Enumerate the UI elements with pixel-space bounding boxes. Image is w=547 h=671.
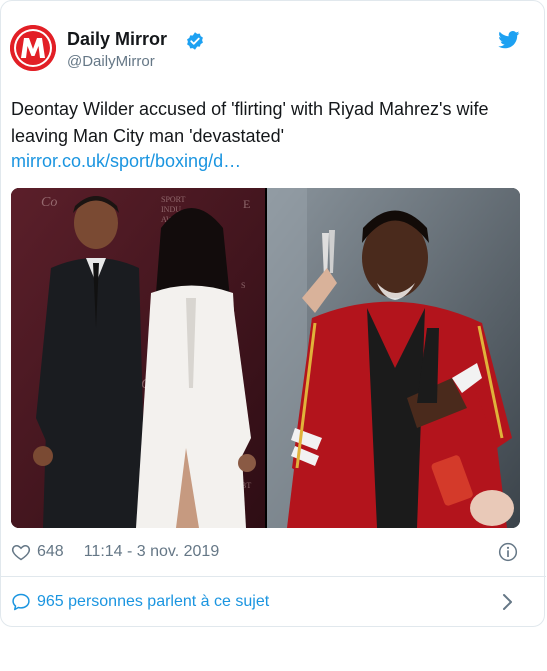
twitter-bird-icon[interactable] — [498, 31, 520, 49]
red-carpet-photo: Co SPORT INDU AWA E Co S BT — [11, 188, 265, 528]
conversation-count-label[interactable]: 965 personnes parlent à ce sujet — [37, 593, 269, 611]
info-icon[interactable] — [498, 542, 518, 562]
account-handle[interactable]: @DailyMirror — [67, 53, 155, 70]
divider — [1, 576, 546, 577]
tweet-media[interactable]: Co SPORT INDU AWA E Co S BT — [11, 188, 520, 528]
tweet-timestamp[interactable]: 11:14 - 3 nov. 2019 — [84, 543, 220, 561]
tweet-card: Daily Mirror @DailyMirror Deontay Wilder… — [0, 0, 546, 627]
svg-text:S: S — [241, 281, 245, 290]
photo-couple-red-carpet[interactable]: Co SPORT INDU AWA E Co S BT — [11, 188, 265, 528]
svg-text:E: E — [243, 197, 250, 211]
boxer-photo — [267, 188, 520, 528]
tweet-text: Deontay Wilder accused of 'flirting' wit… — [11, 99, 489, 146]
conversation-link[interactable]: 965 personnes parlent à ce sujet — [11, 592, 269, 612]
photo-boxer-champagne[interactable] — [267, 188, 520, 528]
svg-text:SPORT: SPORT — [161, 195, 186, 204]
verified-badge-icon — [187, 32, 203, 50]
avatar[interactable] — [10, 25, 56, 71]
like-count[interactable]: 648 — [37, 543, 64, 561]
tweet-meta: 648 11:14 - 3 nov. 2019 — [11, 542, 219, 562]
account-name[interactable]: Daily Mirror — [67, 29, 167, 50]
tweet-link[interactable]: mirror.co.uk/sport/boxing/d… — [11, 151, 241, 172]
svg-text:Co: Co — [41, 195, 57, 210]
chevron-right-icon[interactable] — [501, 593, 515, 611]
speech-bubble-icon — [12, 593, 30, 611]
daily-mirror-logo-icon — [10, 25, 56, 71]
heart-icon[interactable] — [11, 542, 31, 562]
